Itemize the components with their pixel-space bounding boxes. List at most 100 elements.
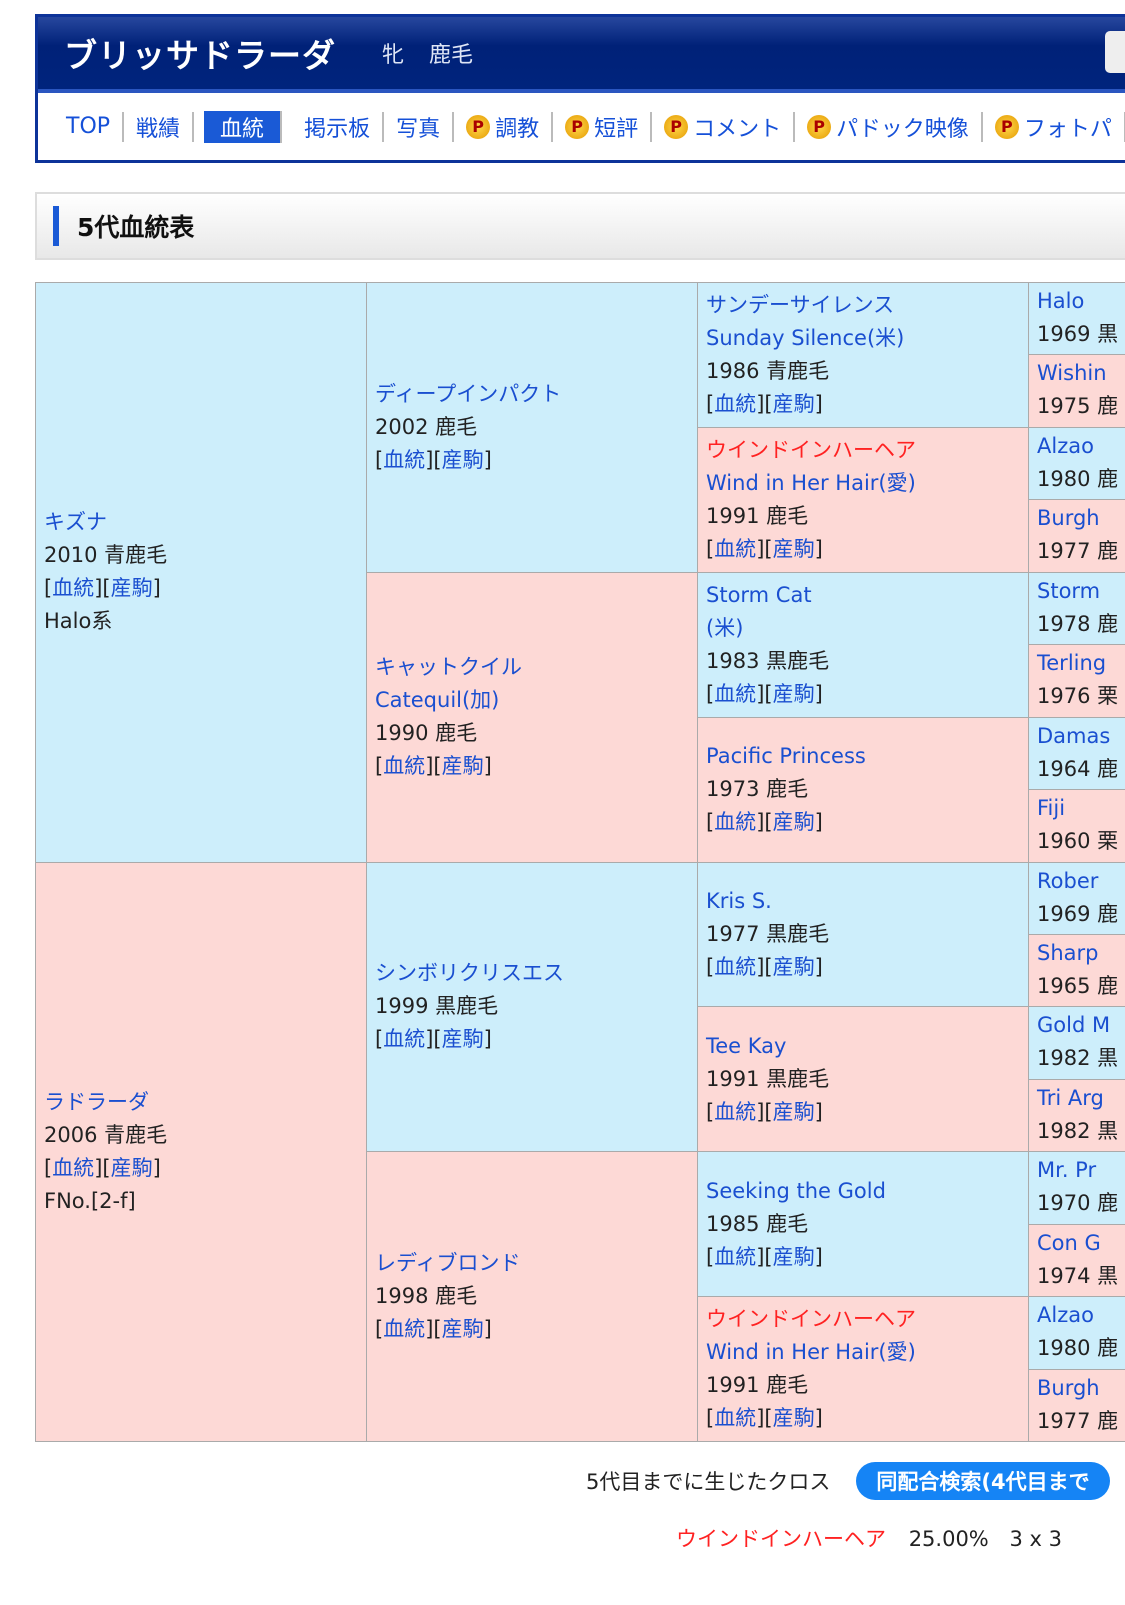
tab-8[interactable]: P パドック映像 [795,111,983,142]
section-title: 5代血統表 [77,213,195,242]
horse-name-link[interactable]: キズナ [44,510,107,534]
offspring-link[interactable]: 産駒 [773,1406,815,1430]
pedigree-link[interactable]: 血統 [383,448,425,472]
offspring-link[interactable]: 産駒 [773,682,815,706]
horse-name-en-link[interactable]: Wind in Her Hair(愛) [706,1340,916,1364]
horse-name-link[interactable]: キャットクイル [375,655,522,679]
tab-5[interactable]: P 調教 [454,111,554,142]
horse-name-link[interactable]: ウインドインハーヘア [706,1307,916,1331]
horse-name-link[interactable]: Terling [1037,651,1106,675]
pedigree-link[interactable]: 血統 [714,955,756,979]
pedigree-link[interactable]: 血統 [383,1317,425,1341]
pedigree-cell: Mr. Pr 1970 鹿 [1028,1151,1125,1225]
tab-3[interactable]: 掲示板 [292,111,385,142]
same-mating-search-button[interactable]: 同配合検索(4代目まで [856,1462,1110,1500]
cross-horse-name[interactable]: ウインドインハーヘア [676,1527,886,1551]
horse-name-link[interactable]: ラドラーダ [44,1090,149,1114]
horse-name-link[interactable]: Sharp [1037,941,1098,965]
horse-name-link[interactable]: サンデーサイレンス [706,293,894,317]
offspring-link[interactable]: 産駒 [111,1156,153,1180]
horse-name-link[interactable]: Burgh [1037,1376,1100,1400]
tab-4[interactable]: 写真 [384,111,455,142]
horse-name-link[interactable]: Gold M [1037,1013,1110,1037]
cross-label: 5代目までに生じたクロス [586,1470,831,1494]
tab-1[interactable]: 戦績 [124,111,195,142]
pedigree-cell: Damas 1964 鹿 [1028,716,1125,791]
horse-extra: Halo系 [44,609,113,634]
pedigree-link[interactable]: 血統 [714,682,756,706]
pedigree-cell: Terling 1976 栗 [1028,644,1125,718]
pedigree-cell: Wishin 1975 鹿 [1028,354,1125,428]
horse-name-link[interactable]: Storm [1037,579,1100,603]
offspring-link[interactable]: 産駒 [773,537,815,561]
offspring-link[interactable]: 産駒 [773,810,815,834]
pedigree-link[interactable]: 血統 [383,1027,425,1051]
offspring-link[interactable]: 産駒 [442,754,484,778]
horse-name-link[interactable]: Seeking the Gold [706,1179,886,1203]
pedigree-cell: Sharp 1965 鹿 [1028,933,1125,1008]
pedigree-link[interactable]: 血統 [714,810,756,834]
tab-nav: TOP 戦績 血統 掲示板 写真 P 調教 P 短評 P コメント P パドック映像 P フォトパ [38,89,1125,160]
horse-name-link[interactable]: Burgh [1037,506,1100,530]
offspring-link[interactable]: 産駒 [442,1317,484,1341]
tab-7[interactable]: P コメント [652,111,796,142]
offspring-link[interactable]: 産駒 [773,1100,815,1124]
horse-name-link[interactable]: Alzao [1037,1303,1094,1327]
pedigree-link[interactable]: 血統 [714,537,756,561]
header-button[interactable] [1105,31,1125,73]
pedigree-link[interactable]: 血統 [714,392,756,416]
tab-6[interactable]: P 短評 [553,111,653,142]
horse-links: [血統][産駒] [706,1244,823,1269]
pedigree-link[interactable]: 血統 [714,1100,756,1124]
horse-sex-color: 牝 鹿毛 [382,43,473,68]
horse-name-link[interactable]: Tri Arg [1037,1086,1104,1110]
offspring-link[interactable]: 産駒 [442,448,484,472]
horse-name-link[interactable]: Mr. Pr [1037,1158,1096,1182]
pedigree-link[interactable]: 血統 [52,576,94,600]
horse-name-link[interactable]: Alzao [1037,434,1094,458]
pedigree-link[interactable]: 血統 [714,1406,756,1430]
horse-info: 1977 鹿 [1037,539,1119,564]
horse-name-link[interactable]: レディブロンド [375,1251,521,1275]
horse-links: [血統][産駒] [44,576,161,601]
offspring-link[interactable]: 産駒 [111,576,153,600]
offspring-link[interactable]: 産駒 [773,1245,815,1269]
tab-9[interactable]: P フォトパ [983,111,1125,142]
tab-0[interactable]: TOP [66,111,125,142]
tab-label: 調教 [495,116,540,142]
horse-name-en-link[interactable]: (米) [706,616,743,640]
horse-info: 1983 黒鹿毛 [706,648,830,673]
offspring-link[interactable]: 産駒 [773,392,815,416]
horse-name-link[interactable]: ウインドインハーヘア [706,438,916,462]
horse-name-en-link[interactable]: Sunday Silence(米) [706,326,904,350]
offspring-link[interactable]: 産駒 [442,1027,484,1051]
horse-name-link[interactable]: Damas [1037,724,1110,748]
horse-name-link[interactable]: Kris S. [706,889,772,913]
horse-name-link[interactable]: Pacific Princess [706,744,866,768]
pedigree-link[interactable]: 血統 [383,754,425,778]
horse-name-link[interactable]: Wishin [1037,361,1107,385]
tab-label: 戦績 [136,116,181,142]
tab-2[interactable]: 血統 [204,110,283,143]
horse-name-link[interactable]: Tee Kay [706,1034,786,1058]
horse-name-link[interactable]: Halo [1037,289,1084,313]
horse-name-link[interactable]: シンボリクリスエス [375,961,564,985]
horse-info: 1965 鹿 [1037,973,1119,998]
horse-name-link[interactable]: Rober [1037,869,1098,893]
horse-name-en-link[interactable]: Catequil(加) [375,688,499,712]
cross-percent: 25.00% [908,1527,989,1551]
pedigree-cell: ラドラーダ 2006 青鹿毛 [血統][産駒] FNo.[2-f] [35,861,366,1442]
pedigree-link[interactable]: 血統 [714,1245,756,1269]
horse-name-link[interactable]: Con G [1037,1231,1101,1255]
section-accent-bar [53,206,59,246]
horse-name-link[interactable]: Fiji [1037,796,1065,820]
horse-name-en-link[interactable]: Wind in Her Hair(愛) [706,471,916,495]
horse-name-link[interactable]: Storm Cat [706,583,812,607]
pedigree-cell: Storm 1978 鹿 [1028,571,1125,646]
horse-name-link[interactable]: ディープインパクト [375,382,561,406]
horse-links: [血統][産駒] [706,954,823,979]
horse-info: 1982 黒 [1037,1046,1119,1071]
horse-links: [血統][産駒] [706,391,823,416]
pedigree-link[interactable]: 血統 [52,1156,94,1180]
offspring-link[interactable]: 産駒 [773,955,815,979]
